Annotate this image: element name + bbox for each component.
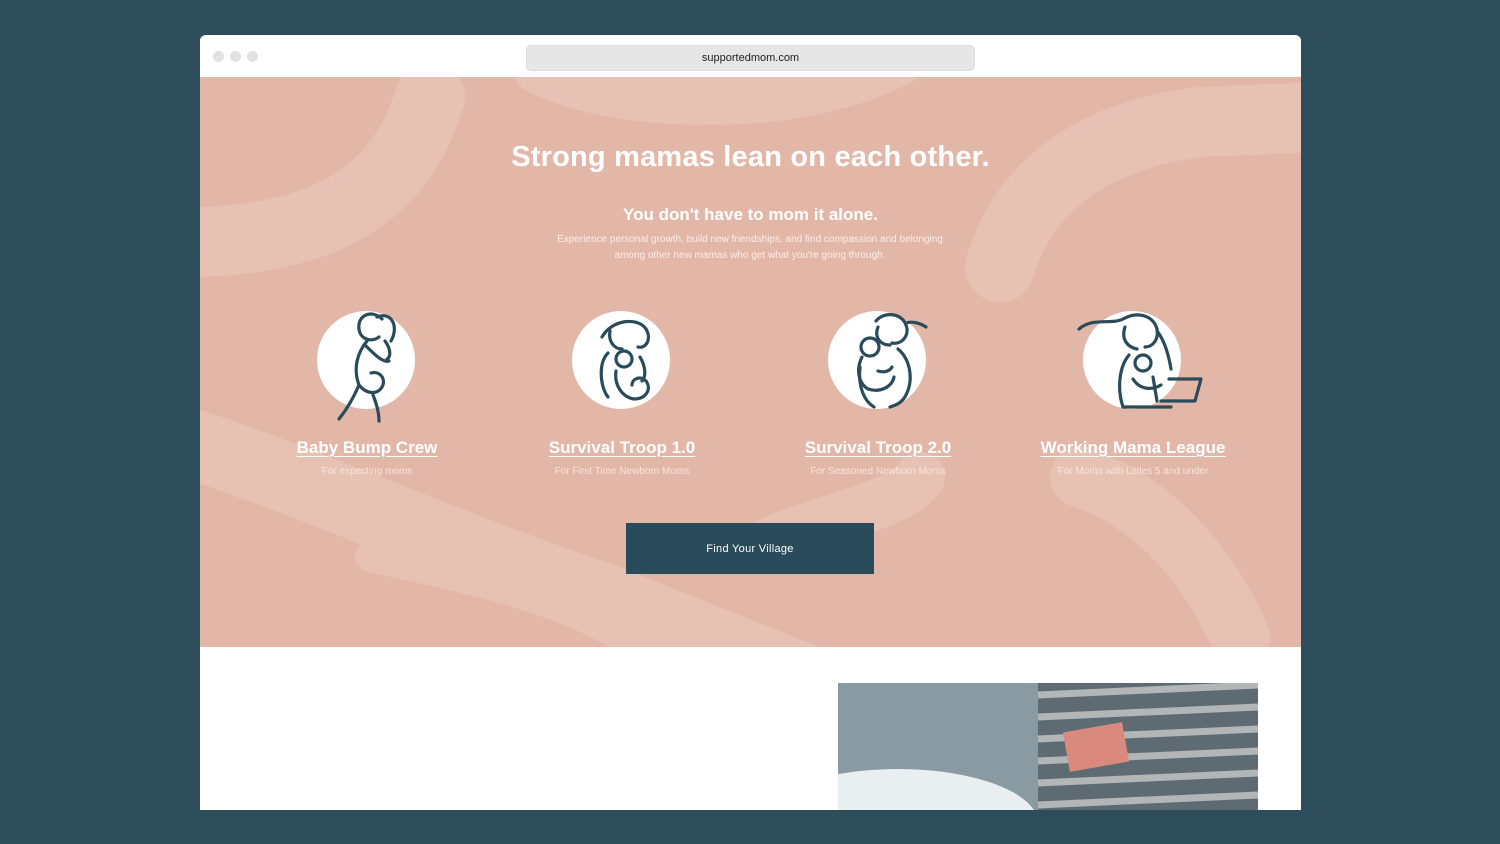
group-card-survival-troop-1[interactable]: Survival Troop 1.0 For First Time Newbor… <box>502 307 742 487</box>
window-minimize-dot[interactable] <box>230 51 241 62</box>
hero-description: Experience personal growth, build new fr… <box>557 234 943 261</box>
group-subtitle: For Seasoned Newborn Moms <box>810 466 946 477</box>
group-subtitle: For First Time Newborn Moms <box>554 466 690 477</box>
group-card-survival-troop-2[interactable]: Survival Troop 2.0 For Seasoned Newborn … <box>758 307 998 487</box>
find-your-village-button[interactable]: Find Your Village <box>626 523 874 574</box>
group-title[interactable]: Baby Bump Crew <box>247 438 487 458</box>
hero-subhead: You don't have to mom it alone. <box>623 205 878 224</box>
pregnant-mom-icon <box>337 312 396 423</box>
hero-section: Strong mamas lean on each other. You don… <box>200 77 1301 647</box>
photo-illustration <box>838 683 1258 810</box>
lower-section <box>200 647 1301 810</box>
community-photo <box>838 683 1258 810</box>
group-title[interactable]: Survival Troop 2.0 <box>758 438 998 458</box>
group-subtitle: For expecting moms <box>321 466 413 477</box>
group-card-baby-bump-crew[interactable]: Baby Bump Crew For expecting moms <box>247 307 487 487</box>
window-close-dot[interactable] <box>213 51 224 62</box>
mom-with-newborn-icon <box>599 319 651 401</box>
group-subtitle: For Moms with Littles 5 and under <box>1057 466 1209 477</box>
group-card-working-mama-league[interactable]: Working Mama League For Moms with Little… <box>1013 307 1253 487</box>
mom-with-baby-icon <box>857 313 928 409</box>
browser-toolbar: supportedmom.com <box>200 35 1301 77</box>
group-title[interactable]: Working Mama League <box>1013 438 1253 458</box>
hero-headline: Strong mamas lean on each other. <box>511 141 990 173</box>
address-bar[interactable]: supportedmom.com <box>526 45 975 71</box>
window-maximize-dot[interactable] <box>247 51 258 62</box>
browser-window: supportedmom.com Strong mamas lean on ea… <box>200 35 1301 810</box>
group-title[interactable]: Survival Troop 1.0 <box>502 438 742 458</box>
working-mom-laptop-icon <box>1077 313 1203 409</box>
